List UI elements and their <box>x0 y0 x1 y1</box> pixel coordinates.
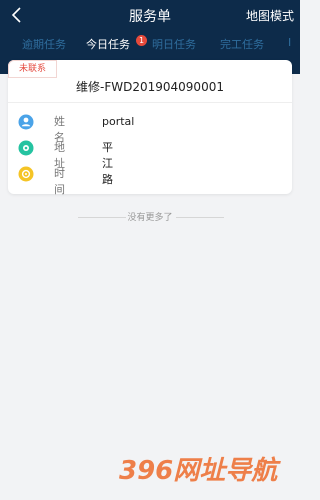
location-icon <box>18 140 34 156</box>
service-order-card[interactable]: 未联系 维修-FWD201904090001 姓名 portal 地址 平江路 … <box>8 60 292 196</box>
tab-tomorrow[interactable]: 明日任务 <box>152 36 196 52</box>
task-tabs: 逾期任务 今日任务 明日任务 完工任务 I <box>0 34 300 58</box>
card-divider <box>8 102 292 103</box>
list-end-indicator: 没有更多了 <box>0 210 300 224</box>
status-tag: 未联系 <box>8 60 58 78</box>
tab-more[interactable]: I <box>288 36 291 49</box>
clock-icon <box>18 166 34 182</box>
watermark-text: 396网址导航 <box>119 456 281 486</box>
site-watermark: 396网址导航 <box>119 456 281 486</box>
map-mode-button[interactable]: 地图模式 <box>246 7 294 24</box>
tab-today[interactable]: 今日任务 <box>86 36 130 52</box>
person-icon <box>18 114 34 130</box>
top-bar: 服务单 地图模式 <box>0 0 300 30</box>
address-value: 平江路 <box>102 141 113 186</box>
tab-completed[interactable]: 完工任务 <box>220 36 264 52</box>
time-label: 时间 <box>54 167 65 196</box>
order-id: 维修-FWD201904090001 <box>76 80 224 94</box>
right-rule <box>176 217 224 218</box>
today-count-badge: 1 <box>136 35 147 46</box>
tab-overdue[interactable]: 逾期任务 <box>22 36 66 52</box>
name-value: portal <box>102 115 135 128</box>
no-more-text: 没有更多了 <box>127 213 173 223</box>
